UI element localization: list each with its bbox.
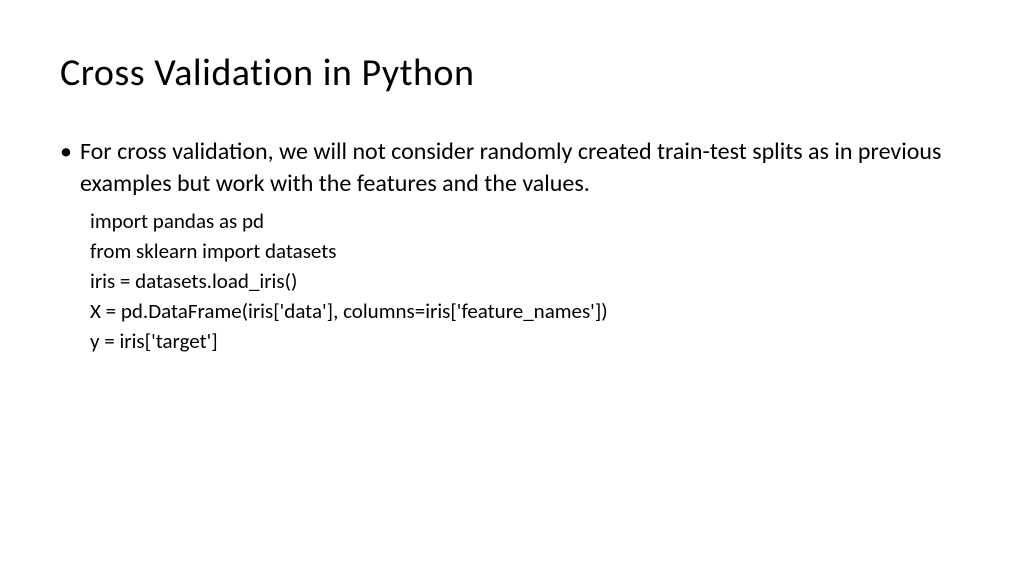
code-line: iris = datasets.load_iris() [90, 266, 964, 296]
code-line: y = iris['target'] [90, 326, 964, 356]
bullet-item: • For cross validation, we will not cons… [60, 136, 964, 200]
slide-title: Cross Validation in Python [60, 50, 964, 96]
bullet-text: For cross validation, we will not consid… [80, 136, 964, 200]
code-block: import pandas as pd from sklearn import … [90, 206, 964, 356]
code-line: import pandas as pd [90, 206, 964, 236]
bullet-marker-icon: • [60, 136, 72, 168]
code-line: from sklearn import datasets [90, 236, 964, 266]
code-line: X = pd.DataFrame(iris['data'], columns=i… [90, 296, 964, 326]
